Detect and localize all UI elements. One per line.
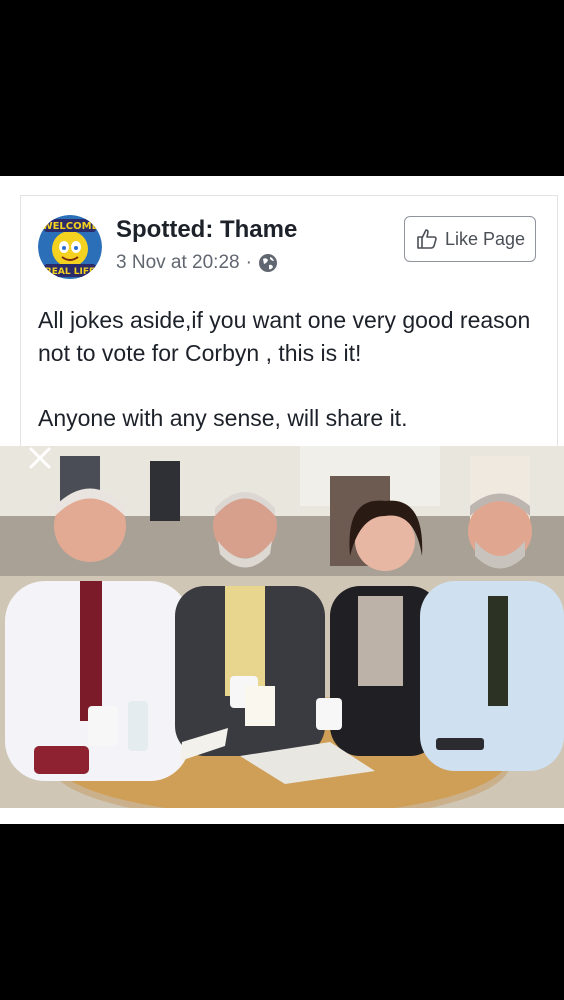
- like-page-button[interactable]: Like Page: [404, 216, 536, 262]
- meta-separator: ·: [245, 252, 252, 273]
- thumbs-up-icon: [417, 229, 437, 249]
- post-body: All jokes aside,if you want one very goo…: [38, 304, 538, 435]
- post-timestamp[interactable]: 3 Nov at 20:28: [116, 252, 240, 274]
- globe-icon[interactable]: [258, 253, 278, 273]
- close-icon[interactable]: [26, 444, 54, 472]
- page-name-link[interactable]: Spotted: Thame: [116, 216, 297, 244]
- post-footer-strip: [0, 808, 564, 824]
- facebook-post-card: WELCOME REAL LIFE Spotted: Thame 3 Nov a…: [0, 176, 564, 824]
- post-text-paragraph-1: All jokes aside,if you want one very goo…: [38, 307, 531, 366]
- post-photo[interactable]: [0, 446, 564, 808]
- post-text-paragraph-2: Anyone with any sense, will share it.: [38, 405, 408, 431]
- post-meta: 3 Nov at 20:28 ·: [116, 252, 278, 274]
- like-page-label: Like Page: [444, 228, 526, 249]
- avatar-top-text: WELCOME: [42, 221, 99, 232]
- page-avatar[interactable]: WELCOME REAL LIFE: [38, 215, 102, 279]
